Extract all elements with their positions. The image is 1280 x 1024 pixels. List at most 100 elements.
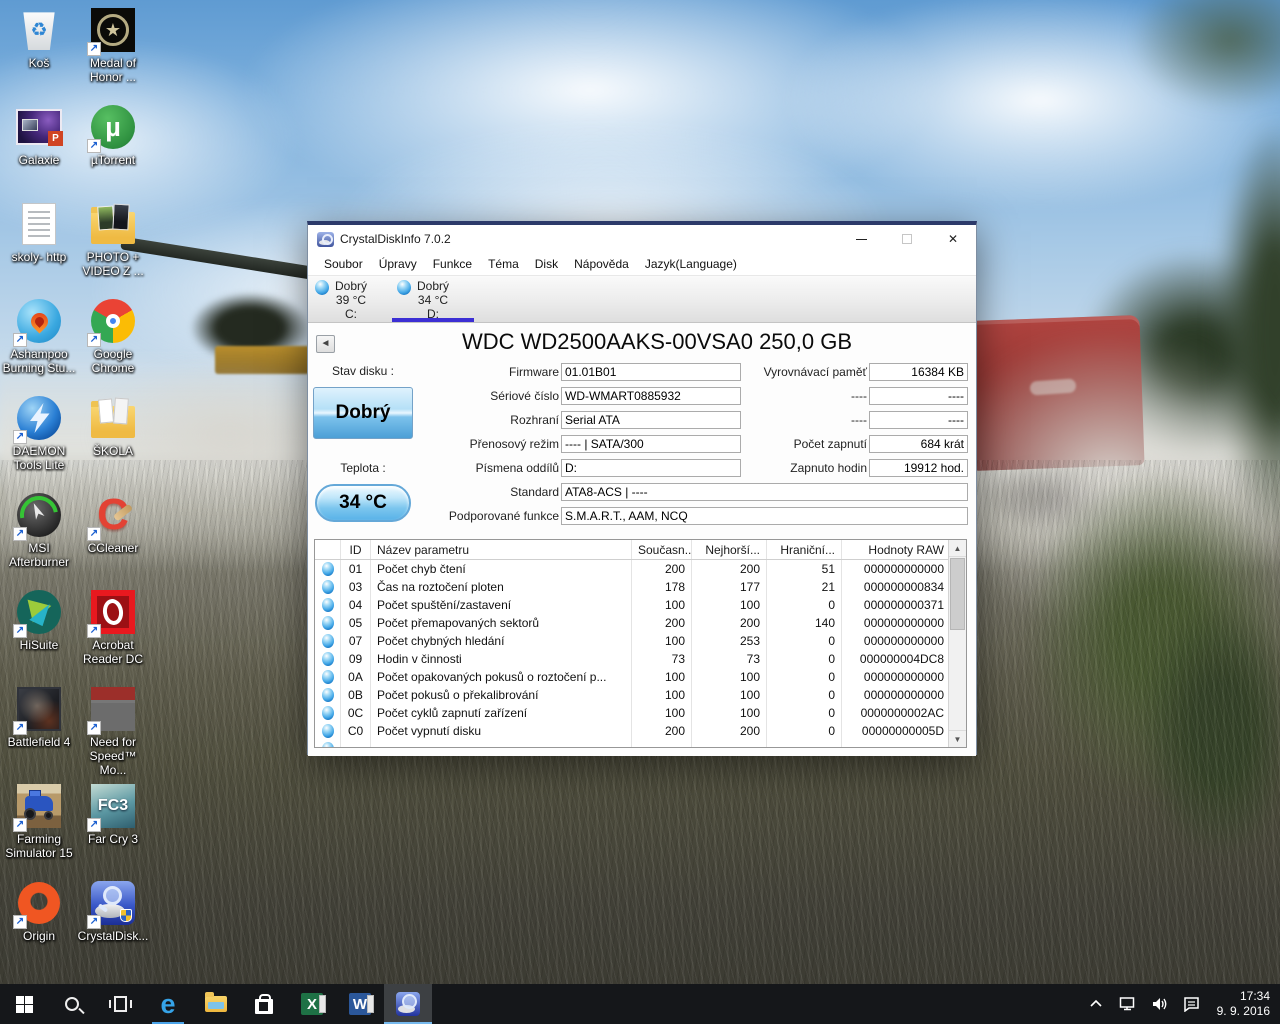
shortcut-arrow-icon: ↗ [87, 333, 101, 347]
smart-row[interactable]: 04 Počet spuštění/zastavení 100 100 0 00… [315, 596, 966, 614]
taskbar-explorer-button[interactable] [192, 984, 240, 1024]
icon-label: Need for Speed™ Mo... [76, 735, 150, 777]
desktop-icon-origin[interactable]: ↗ Origin [2, 879, 76, 976]
status-orb-icon [322, 706, 334, 720]
taskbar-edge-button[interactable]: e [144, 984, 192, 1024]
desktop-icon-galaxie[interactable]: P Galaxie [2, 103, 76, 200]
smart-row[interactable]: 01 Počet chyb čtení 200 200 51 000000000… [315, 560, 966, 578]
desktop-icon-farming-simulator[interactable]: ↗ Farming Simulator 15 [2, 782, 76, 879]
desktop-icon-crystaldiskinfo[interactable]: ↗ CrystalDisk... [76, 879, 150, 976]
smart-row[interactable]: 0A Počet opakovaných pokusů o roztočení … [315, 668, 966, 686]
smart-row[interactable]: 03 Čas na roztočení ploten 178 177 21 00… [315, 578, 966, 596]
smart-row[interactable]: 0B Počet pokusů o překalibrování 100 100… [315, 686, 966, 704]
desktop-icon-msi-afterburner[interactable]: ↗ MSI Afterburner [2, 491, 76, 588]
network-icon[interactable] [1115, 984, 1141, 1024]
icon-label: Google Chrome [76, 347, 150, 375]
status-orb-icon [322, 580, 334, 594]
smart-row[interactable]: 05 Počet přemapovaných sektorů 200 200 1… [315, 614, 966, 632]
temperature-button[interactable]: 34 °C [315, 484, 411, 522]
minimize-button[interactable] [838, 225, 884, 253]
disk-model-title: WDC WD2500AAKS-00VSA0 250,0 GB [348, 329, 966, 355]
start-button[interactable] [0, 984, 48, 1024]
field-label: Rozhraní [418, 411, 559, 429]
smart-row[interactable]: 09 Hodin v činnosti 73 73 0 000000004DC8 [315, 650, 966, 668]
search-button[interactable] [48, 984, 96, 1024]
volume-icon[interactable] [1147, 984, 1173, 1024]
field-label: Firmware [418, 363, 559, 381]
close-icon: ✕ [948, 232, 958, 246]
drive-tab-c[interactable]: Dobrý 39 °C C: [310, 276, 392, 322]
text-document-icon [22, 203, 56, 245]
back-button[interactable]: ◄ [316, 335, 335, 353]
taskbar-crystaldiskinfo-button[interactable] [384, 984, 432, 1024]
taskbar-word-button[interactable]: W [336, 984, 384, 1024]
scrollbar-thumb[interactable] [950, 558, 965, 630]
action-center-icon[interactable] [1179, 984, 1205, 1024]
desktop-icon-far-cry-3[interactable]: FC3↗ Far Cry 3 [76, 782, 150, 879]
icon-label: Koš [29, 56, 50, 70]
drive-letter: C: [310, 307, 392, 321]
desktop-icon-need-for-speed[interactable]: ↗ Need for Speed™ Mo... [76, 685, 150, 782]
maximize-button[interactable] [884, 225, 930, 253]
taskbar-excel-button[interactable]: X [288, 984, 336, 1024]
desktop-icon-acrobat-reader[interactable]: ↗ Acrobat Reader DC [76, 588, 150, 685]
smart-row[interactable]: 07 Počet chybných hledání 100 253 0 0000… [315, 632, 966, 650]
smart-row[interactable]: 0C Počet cyklů zapnutí zařízení 100 100 … [315, 704, 966, 722]
scroll-down-icon: ▼ [954, 735, 962, 744]
windows-logo-icon [16, 996, 33, 1013]
desktop-icon-battlefield4[interactable]: ↗ Battlefield 4 [2, 685, 76, 782]
menu-funkce[interactable]: Funkce [425, 257, 480, 271]
icon-label: CCleaner [88, 541, 139, 555]
status-orb-icon [322, 598, 334, 612]
table-scrollbar[interactable]: ▲ ▼ [948, 540, 966, 747]
desktop-icon-utorrent[interactable]: µ↗ µTorrent [76, 103, 150, 200]
field-label: Počet zapnutí [728, 435, 867, 453]
drive-temp: 34 °C [392, 293, 474, 307]
crystaldiskinfo-window: CrystalDiskInfo 7.0.2 ✕ Soubor Úpravy Fu… [307, 221, 977, 755]
desktop-icon-ccleaner[interactable]: C↗ CCleaner [76, 491, 150, 588]
status-orb-icon [322, 562, 334, 576]
smart-row[interactable]: C0 Počet vypnutí disku 200 200 0 0000000… [315, 722, 966, 740]
scroll-up-button[interactable]: ▲ [949, 540, 966, 557]
clock-date: 9. 9. 2016 [1217, 1004, 1270, 1019]
desktop-icon-skola[interactable]: ŠKOLA [76, 394, 150, 491]
taskbar-store-button[interactable] [240, 984, 288, 1024]
interface-field: Serial ATA [561, 411, 741, 429]
close-button[interactable]: ✕ [930, 225, 976, 253]
menu-tema[interactable]: Téma [480, 257, 527, 271]
drive-selector-bar: Dobrý 39 °C C: Dobrý 34 °C D: [308, 275, 976, 323]
tree-canopy [1130, 0, 1280, 110]
desktop-icon-medal-of-honor[interactable]: ★↗ Medal of Honor ... [76, 6, 150, 103]
tray-chevron-button[interactable] [1083, 984, 1109, 1024]
scroll-down-button[interactable]: ▼ [949, 730, 966, 747]
desktop-icon-recycle-bin[interactable]: ♻ Koš [2, 6, 76, 103]
task-view-button[interactable] [96, 984, 144, 1024]
search-icon [65, 997, 79, 1011]
icon-label: ŠKOLA [93, 444, 133, 458]
desktop-icon-daemon-tools[interactable]: ↗ DAEMON Tools Lite [2, 394, 76, 491]
taskbar: e X W 17:34 9. 9. 2016 [0, 984, 1280, 1024]
word-icon: W [349, 993, 371, 1015]
file-explorer-icon [205, 996, 227, 1012]
icon-label: CrystalDisk... [78, 929, 149, 943]
desktop-icon-hisuite[interactable]: ↗ HiSuite [2, 588, 76, 685]
shortcut-arrow-icon: ↗ [87, 527, 101, 541]
temperature-label: Teplota : [313, 461, 413, 475]
menu-soubor[interactable]: Soubor [316, 257, 371, 271]
app-icon [317, 232, 334, 247]
menu-disk[interactable]: Disk [527, 257, 566, 271]
health-status-button[interactable]: Dobrý [313, 387, 413, 439]
taskbar-clock[interactable]: 17:34 9. 9. 2016 [1211, 989, 1270, 1019]
desktop-icon-google-chrome[interactable]: ↗ Google Chrome [76, 297, 150, 394]
desktop-icon-ashampoo[interactable]: ↗ Ashampoo Burning Stu... [2, 297, 76, 394]
icon-label: Battlefield 4 [8, 735, 71, 749]
menu-napoveda[interactable]: Nápověda [566, 257, 637, 271]
drive-tab-d[interactable]: Dobrý 34 °C D: [392, 276, 474, 322]
status-orb-icon [322, 724, 334, 738]
desktop-icon-skoly-http[interactable]: skoly- http [2, 200, 76, 297]
title-bar[interactable]: CrystalDiskInfo 7.0.2 ✕ [308, 225, 976, 253]
menu-upravy[interactable]: Úpravy [371, 257, 425, 271]
menu-jazyk[interactable]: Jazyk(Language) [637, 257, 745, 271]
desktop-icon-photo-video[interactable]: PHOTO + VIDEO Z ... [76, 200, 150, 297]
icon-label: Origin [23, 929, 55, 943]
